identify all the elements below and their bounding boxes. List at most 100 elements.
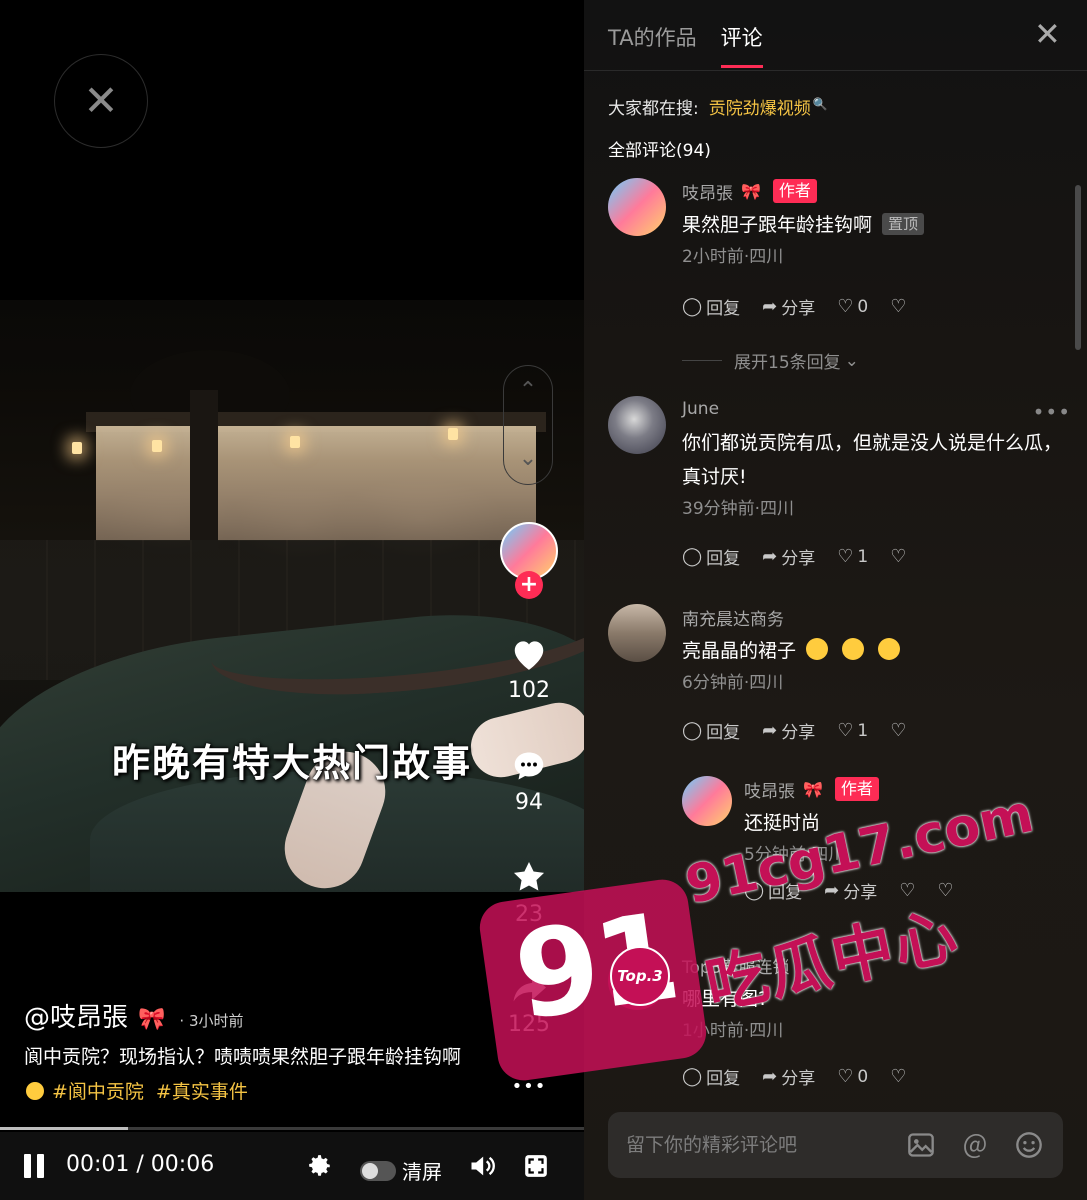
comment-button[interactable]: 94 [499, 748, 559, 815]
comment-like-button[interactable]: ♡ [899, 880, 915, 901]
heart-outline-icon: ♡ [837, 546, 854, 567]
heart-outline-icon: ♡ [899, 880, 916, 901]
share-button[interactable]: 125 [499, 972, 559, 1037]
comment-like-button[interactable]: ♡ 0 [837, 296, 868, 317]
comment-like-button[interactable]: ♡ 1 [837, 546, 868, 567]
pause-button[interactable] [24, 1154, 48, 1180]
laughing-emoji-icon [878, 638, 901, 660]
avatar[interactable] [608, 396, 666, 454]
toggle-switch[interactable] [360, 1160, 396, 1181]
comment-username[interactable]: June [682, 399, 719, 419]
divider [682, 360, 722, 361]
dislike-button[interactable]: ♡ [890, 720, 906, 741]
comment-meta: 5分钟前·四川 [744, 845, 846, 865]
video-frame[interactable]: 昨晚有特大热门故事 [0, 300, 584, 892]
chevron-down-icon[interactable]: ⌄ [519, 448, 537, 470]
author-name[interactable]: @吱昂張 [24, 997, 128, 1034]
share-arrow-icon: ➦ [762, 1066, 778, 1087]
comment-text: 哪里有图? [682, 988, 769, 1010]
author-badge: 作者 [772, 179, 817, 203]
speaker-icon [471, 1156, 495, 1176]
fullscreen-button[interactable] [520, 1150, 552, 1182]
more-options-button[interactable]: ••• [499, 1076, 559, 1097]
comment-text: 你们都说贡院有瓜，但就是没人说是什么瓜，真讨厌! [682, 432, 1063, 488]
comment-share-button[interactable]: ➦ 分享 [762, 544, 815, 569]
time-display: 00:01 / 00:06 [66, 1152, 215, 1177]
close-video-button[interactable]: ✕ [54, 54, 148, 148]
chevron-down-icon: ⌄ [844, 350, 859, 371]
video-player[interactable]: 昨晚有特大热门故事 ✕ ⌃ ⌄ + 102 94 23 125 ••• @吱昂張… [0, 0, 584, 1200]
video-nav-pill[interactable]: ⌃ ⌄ [503, 365, 553, 485]
dislike-button[interactable]: ♡ [890, 546, 906, 567]
share-arrow-icon: ➦ [762, 546, 778, 567]
dislike-button[interactable]: ♡ [890, 296, 906, 317]
comment-username[interactable]: 吱昂張 [744, 777, 795, 802]
favorite-count: 23 [515, 902, 543, 927]
image-icon[interactable] [905, 1129, 937, 1161]
hot-search-label: 大家都在搜: [608, 99, 699, 119]
clear-screen-toggle[interactable]: 清屏 [360, 1156, 442, 1185]
dislike-button[interactable]: ♡ [937, 880, 953, 901]
wall-lamp [448, 428, 458, 440]
reply-button[interactable]: ◯ 回复 [744, 878, 802, 903]
comment-meta: 6分钟前·四川 [682, 673, 784, 693]
hashtag-link[interactable]: #阆中贡院 [52, 1081, 144, 1103]
avatar[interactable] [608, 604, 666, 662]
chevron-up-icon[interactable]: ⌃ [519, 380, 537, 402]
heart-outline-icon: ♡ [837, 1066, 854, 1087]
avatar[interactable] [682, 776, 732, 826]
mention-icon[interactable]: ＠ [959, 1129, 991, 1163]
more-icon: ••• [511, 1076, 547, 1097]
progress-fill [0, 1127, 129, 1130]
comment-panel: TA的作品 评论 ✕ 大家都在搜: 贡院劲爆视频 🔍 全部评论(94) 吱昂張 🎀 … [584, 0, 1087, 1200]
star-icon [513, 861, 545, 891]
broken-heart-icon: ♡ [890, 546, 907, 567]
comment-share-button[interactable]: ➦ 分享 [762, 718, 815, 743]
comment-share-button[interactable]: ➦ 分享 [762, 294, 815, 319]
divider [584, 70, 1087, 71]
comment-like-button[interactable]: ♡ 0 [837, 1066, 868, 1087]
reply-button[interactable]: ◯ 回复 [682, 718, 740, 743]
avatar[interactable] [608, 952, 666, 1010]
settings-button[interactable] [304, 1150, 336, 1182]
reply-button[interactable]: ◯ 回复 [682, 544, 740, 569]
follow-button[interactable]: + [515, 571, 543, 599]
laughing-emoji-icon [842, 638, 865, 660]
comment-like-button[interactable]: ♡ 1 [837, 720, 868, 741]
search-icon: 🔍 [812, 97, 828, 111]
bow-icon: 🎀 [138, 1007, 166, 1032]
comment-more-button[interactable]: ••• [1033, 400, 1071, 424]
post-time: · 3小时前 [179, 1012, 244, 1030]
share-arrow-icon: ➦ [762, 720, 778, 741]
progress-bar[interactable] [0, 1127, 584, 1130]
tab-comments[interactable]: 评论 [720, 22, 763, 68]
comment-share-button[interactable]: ➦ 分享 [824, 878, 877, 903]
wall-lamp [290, 436, 300, 448]
broken-heart-icon: ♡ [890, 296, 907, 317]
reply-button[interactable]: ◯ 回复 [682, 1064, 740, 1089]
emoji-icon[interactable] [1013, 1129, 1045, 1161]
avatar[interactable] [608, 178, 666, 236]
comment-share-button[interactable]: ➦ 分享 [762, 1064, 815, 1089]
reply-button[interactable]: ◯ 回复 [682, 294, 740, 319]
wall-lamp [72, 442, 82, 454]
favorite-button[interactable]: 23 [499, 858, 559, 927]
volume-button[interactable] [466, 1150, 498, 1182]
heart-outline-icon: ♡ [837, 296, 854, 317]
like-button[interactable]: 102 [499, 636, 559, 703]
comment-username[interactable]: 吱昂張 [682, 179, 733, 204]
hashtag-link[interactable]: #真实事件 [156, 1081, 248, 1103]
pause-icon [24, 1154, 31, 1178]
tab-works[interactable]: TA的作品 [608, 22, 697, 68]
grin-emoji-icon [26, 1082, 44, 1100]
hot-search-keyword[interactable]: 贡院劲爆视频 [709, 99, 811, 119]
expand-replies-button[interactable]: 展开15条回复 ⌄ [682, 348, 859, 373]
comment-username[interactable]: Top3鞋服连锁 [682, 953, 790, 978]
dislike-button[interactable]: ♡ [890, 1066, 906, 1087]
close-panel-button[interactable]: ✕ [1034, 18, 1061, 50]
player-controls: 00:01 / 00:06 清屏 [0, 1132, 584, 1200]
scrollbar[interactable] [1075, 185, 1081, 350]
comment-input[interactable] [626, 1134, 883, 1156]
bow-icon: 🎀 [741, 181, 761, 201]
comment-username[interactable]: 南充晨达商务 [682, 605, 784, 630]
